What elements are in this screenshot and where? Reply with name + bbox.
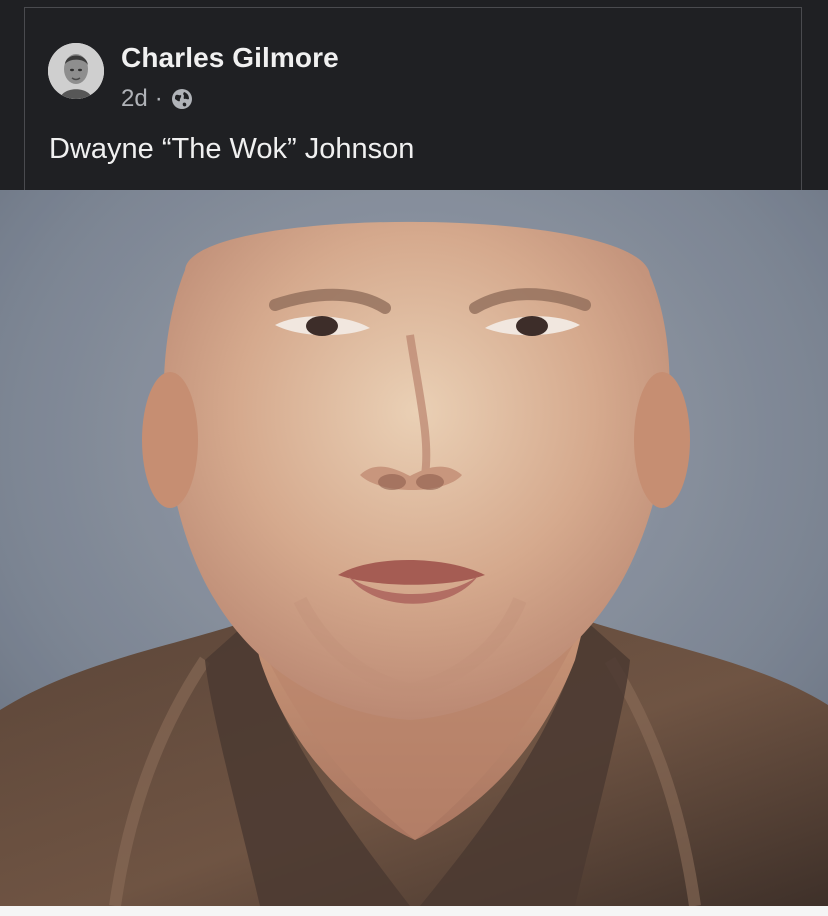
post-text: Dwayne “The Wok” Johnson [49,133,415,165]
post-meta: 2d · [121,84,194,114]
meta-separator: · [154,85,163,112]
globe-icon[interactable] [170,87,194,111]
post-header: Charles Gilmore 2d · Dwayne “The Wok” Jo… [0,0,828,197]
bottom-strip [0,906,828,916]
facebook-post: Charles Gilmore 2d · Dwayne “The Wok” Jo… [0,0,828,916]
avatar-photo [48,43,104,99]
post-timestamp[interactable]: 2d [121,85,148,113]
post-image[interactable] [0,190,828,906]
portrait-illustration [0,190,828,906]
avatar[interactable] [48,43,104,99]
author-name[interactable]: Charles Gilmore [121,42,339,74]
